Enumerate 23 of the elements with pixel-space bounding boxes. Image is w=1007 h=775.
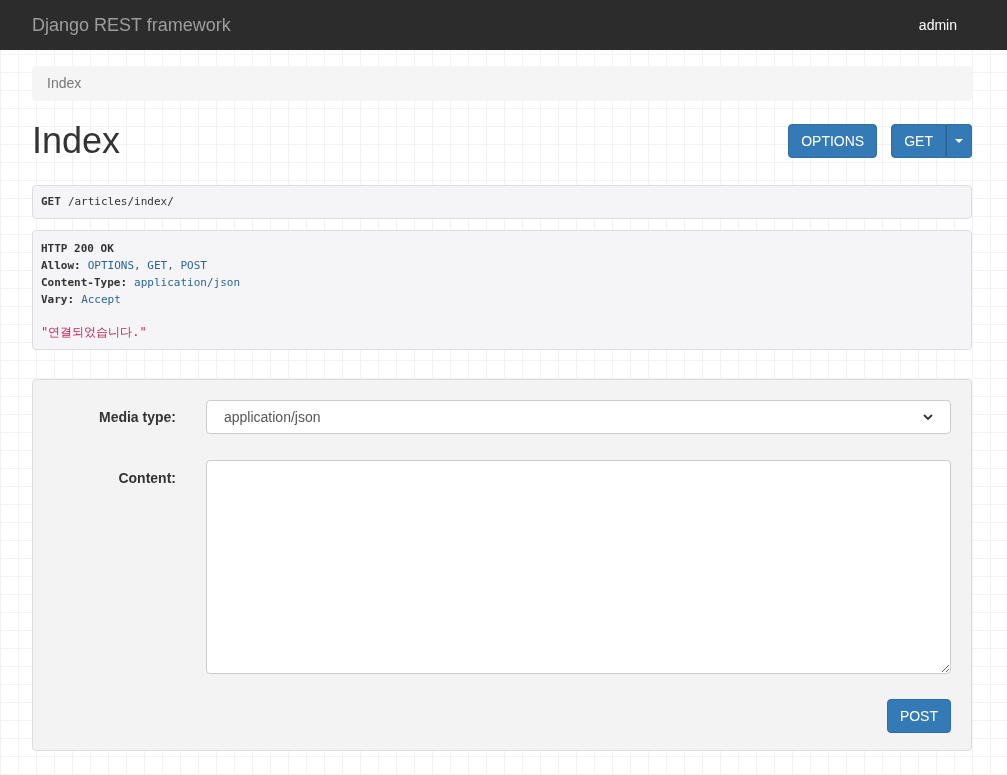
dropdown-toggle-button[interactable]: [946, 124, 972, 158]
response-status: HTTP 200 OK: [41, 241, 114, 257]
get-button[interactable]: GET: [891, 124, 946, 158]
options-button[interactable]: OPTIONS: [788, 124, 878, 158]
header-value: Accept: [81, 292, 121, 308]
media-type-select[interactable]: application/json: [206, 400, 951, 434]
request-method: GET: [41, 193, 61, 210]
caret-icon: [955, 139, 963, 143]
breadcrumb-item[interactable]: Index: [47, 73, 82, 94]
content-label: Content:: [117, 469, 176, 488]
header-name: Content-Type:: [41, 275, 128, 291]
chevron-down-icon: [923, 414, 933, 420]
media-type-label: Media type:: [98, 407, 176, 427]
header-name: Allow:: [41, 258, 81, 274]
response-body: "연결되었습니다.": [41, 324, 147, 341]
request-path: /articles/index/: [67, 193, 174, 210]
post-button[interactable]: POST: [886, 699, 951, 733]
user-menu-link[interactable]: admin: [918, 14, 957, 36]
brand-link[interactable]: Django REST framework: [32, 11, 231, 39]
header-value: OPTIONS, GET, POST: [87, 258, 207, 274]
header-name: Vary:: [41, 292, 75, 308]
header-value: application/json: [134, 275, 241, 291]
page-title: Index: [32, 123, 121, 159]
